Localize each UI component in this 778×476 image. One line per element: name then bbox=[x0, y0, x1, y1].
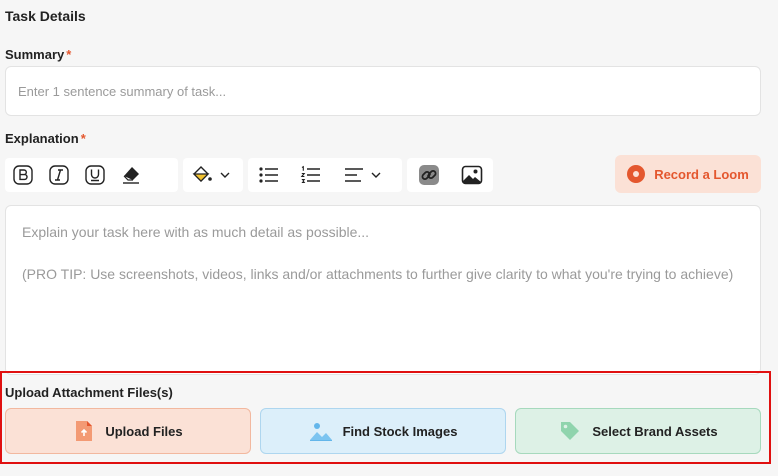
numbered-list-button[interactable] bbox=[290, 158, 332, 192]
chevron-down-icon bbox=[220, 172, 230, 178]
image-icon bbox=[461, 165, 482, 185]
fill-color-icon bbox=[192, 166, 212, 182]
upload-files-button[interactable]: Upload Files bbox=[5, 408, 251, 454]
italic-icon bbox=[49, 165, 69, 185]
stock-image-icon bbox=[309, 419, 333, 443]
align-icon bbox=[345, 168, 363, 182]
image-button[interactable] bbox=[450, 158, 493, 192]
list-toolbar bbox=[248, 158, 402, 192]
chevron-down-icon bbox=[371, 172, 381, 178]
required-mark: * bbox=[80, 131, 86, 146]
underline-button[interactable] bbox=[77, 158, 113, 192]
eraser-button[interactable] bbox=[113, 158, 149, 192]
upload-files-label: Upload Files bbox=[105, 423, 183, 439]
bold-icon bbox=[13, 165, 33, 185]
select-brand-assets-button[interactable]: Select Brand Assets bbox=[515, 408, 761, 454]
brand-tag-icon bbox=[558, 419, 582, 443]
format-toolbar bbox=[5, 158, 178, 192]
numbered-list-icon bbox=[300, 165, 320, 184]
align-dropdown[interactable] bbox=[332, 158, 392, 192]
bold-button[interactable] bbox=[5, 158, 41, 192]
upload-file-icon bbox=[73, 419, 95, 443]
bulleted-list-button[interactable] bbox=[248, 158, 290, 192]
summary-label-text: Summary bbox=[5, 47, 65, 62]
select-brand-assets-label: Select Brand Assets bbox=[592, 423, 718, 439]
explanation-label: Explanation * bbox=[5, 131, 86, 146]
underline-icon bbox=[85, 165, 105, 185]
italic-button[interactable] bbox=[41, 158, 77, 192]
color-toolbar bbox=[183, 158, 243, 192]
find-stock-images-button[interactable]: Find Stock Images bbox=[260, 408, 506, 454]
bulleted-list-icon bbox=[259, 167, 278, 183]
record-loom-label: Record a Loom bbox=[654, 166, 749, 182]
section-title: Task Details bbox=[5, 8, 86, 24]
eraser-icon bbox=[123, 167, 139, 184]
loom-icon bbox=[627, 165, 646, 183]
attachments-title: Upload Attachment Files(s) bbox=[5, 385, 173, 400]
find-stock-images-label: Find Stock Images bbox=[342, 423, 458, 439]
summary-input[interactable] bbox=[5, 66, 761, 116]
explanation-label-text: Explanation bbox=[5, 131, 79, 146]
insert-toolbar bbox=[407, 158, 493, 192]
link-icon bbox=[418, 165, 439, 185]
required-mark: * bbox=[66, 47, 72, 62]
editor-placeholder-line2: (PRO TIP: Use screenshots, videos, links… bbox=[22, 266, 734, 282]
explanation-editor[interactable]: Explain your task here with as much deta… bbox=[5, 205, 761, 375]
fill-color-dropdown[interactable] bbox=[183, 158, 237, 192]
summary-label: Summary * bbox=[5, 47, 71, 62]
link-button[interactable] bbox=[407, 158, 450, 192]
record-loom-button[interactable]: Record a Loom bbox=[615, 155, 761, 193]
editor-placeholder-line1: Explain your task here with as much deta… bbox=[22, 224, 370, 240]
